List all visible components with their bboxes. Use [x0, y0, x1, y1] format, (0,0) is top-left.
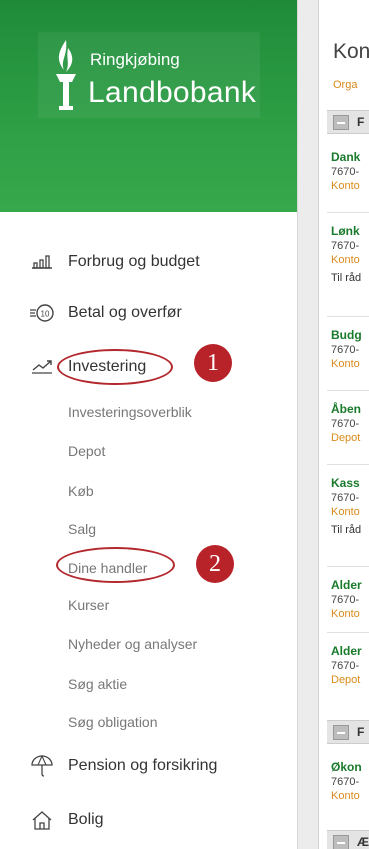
- org-link[interactable]: Orga: [333, 79, 357, 91]
- account-name[interactable]: Budg: [331, 328, 369, 342]
- row-separator: [327, 566, 369, 567]
- account-row[interactable]: Økon 7670- Konto: [331, 760, 369, 802]
- account-type[interactable]: Konto: [331, 254, 369, 266]
- row-separator: [327, 390, 369, 391]
- account-type[interactable]: Konto: [331, 790, 369, 802]
- row-separator: [327, 464, 369, 465]
- account-row[interactable]: Alder 7670- Konto: [331, 578, 369, 620]
- umbrella-icon: [28, 754, 56, 778]
- highlight-oval-dine-handler: [56, 547, 175, 583]
- account-number: 7670-: [331, 166, 360, 178]
- sub-item-investeringsoverblik[interactable]: Investeringsoverblik: [68, 404, 192, 420]
- group-label: Æ: [357, 835, 369, 849]
- logo-text-line2: Landbobank: [88, 76, 257, 109]
- account-row[interactable]: Åben 7670- Depot: [331, 402, 369, 444]
- nav-item-forbrug[interactable]: Forbrug og budget: [0, 244, 297, 280]
- account-name[interactable]: Økon: [331, 760, 369, 774]
- account-number: 7670-: [331, 776, 360, 788]
- nav-label-betal: Betal og overfør: [68, 304, 182, 321]
- account-row[interactable]: Alder 7670- Depot: [331, 644, 369, 686]
- nav-label-forbrug: Forbrug og budget: [68, 253, 200, 270]
- account-type[interactable]: Konto: [331, 608, 369, 620]
- available-label: Til råd: [331, 272, 362, 284]
- group-header[interactable]: F: [327, 720, 369, 744]
- group-label: F: [357, 725, 365, 739]
- content-gutter: [298, 0, 318, 849]
- collapse-icon[interactable]: [333, 115, 349, 130]
- account-number: 7670-: [331, 344, 360, 356]
- step-badge-1: 1: [194, 344, 232, 382]
- logo-text-line1: Ringkjøbing: [90, 50, 180, 69]
- account-row[interactable]: Lønk 7670- Konto Til råd: [331, 224, 369, 284]
- group-header[interactable]: Æ: [327, 830, 369, 849]
- account-type[interactable]: Depot: [331, 674, 369, 686]
- account-name[interactable]: Åben: [331, 402, 369, 416]
- nav-label-bolig: Bolig: [68, 811, 104, 828]
- account-name[interactable]: Alder: [331, 578, 369, 592]
- sub-item-kob[interactable]: Køb: [68, 483, 94, 499]
- account-number: 7670-: [331, 660, 360, 672]
- nav-item-betal[interactable]: 10 Betal og overfør: [0, 295, 297, 331]
- sub-item-salg[interactable]: Salg: [68, 521, 96, 537]
- highlight-oval-investering: [57, 349, 173, 385]
- sub-item-nyheder[interactable]: Nyheder og analyser: [68, 636, 197, 652]
- collapse-icon[interactable]: [333, 725, 349, 740]
- account-row[interactable]: Kass 7670- Konto Til råd: [331, 476, 369, 536]
- account-type[interactable]: Konto: [331, 358, 369, 370]
- available-label: Til råd: [331, 524, 362, 536]
- account-name[interactable]: Dank: [331, 150, 369, 164]
- account-row[interactable]: Dank 7670- Konto: [331, 150, 369, 192]
- nav-label-pension: Pension og forsikring: [68, 757, 218, 774]
- transfer-coin-icon: 10: [28, 301, 56, 325]
- nav-item-bolig[interactable]: Bolig: [0, 802, 297, 838]
- row-separator: [327, 632, 369, 633]
- flame-torch-icon: [56, 40, 76, 110]
- account-number: 7670-: [331, 594, 360, 606]
- logo-banner: Ringkjøbing Landbobank: [0, 0, 297, 212]
- account-name[interactable]: Alder: [331, 644, 369, 658]
- collapse-icon[interactable]: [333, 835, 349, 849]
- group-header[interactable]: F: [327, 110, 369, 134]
- account-type[interactable]: Depot: [331, 432, 369, 444]
- step-badge-2: 2: [196, 545, 234, 583]
- account-name[interactable]: Lønk: [331, 224, 369, 238]
- row-separator: [327, 316, 369, 317]
- account-number: 7670-: [331, 492, 360, 504]
- page-title: Kon: [333, 40, 369, 63]
- account-number: 7670-: [331, 240, 360, 252]
- nav-item-pension[interactable]: Pension og forsikring: [0, 748, 297, 784]
- sub-item-sog-obligation[interactable]: Søg obligation: [68, 714, 158, 730]
- bar-chart-icon: [28, 250, 56, 274]
- account-number: 7670-: [331, 418, 360, 430]
- accounts-panel: Kon Orga F Dank 7670- Konto Lønk 7670- K…: [318, 0, 369, 849]
- group-label: F: [357, 115, 365, 129]
- row-separator: [327, 212, 369, 213]
- trend-line-icon: [28, 355, 56, 379]
- sub-item-sog-aktie[interactable]: Søg aktie: [68, 676, 127, 692]
- account-type[interactable]: Konto: [331, 506, 369, 518]
- svg-text:10: 10: [41, 310, 50, 319]
- account-name[interactable]: Kass: [331, 476, 369, 490]
- account-row[interactable]: Budg 7670- Konto: [331, 328, 369, 370]
- sub-item-depot[interactable]: Depot: [68, 443, 105, 459]
- sub-item-kurser[interactable]: Kurser: [68, 597, 109, 613]
- sidebar: Ringkjøbing Landbobank Forbrug og budget…: [0, 0, 297, 849]
- house-icon: [28, 808, 56, 832]
- account-type[interactable]: Konto: [331, 180, 369, 192]
